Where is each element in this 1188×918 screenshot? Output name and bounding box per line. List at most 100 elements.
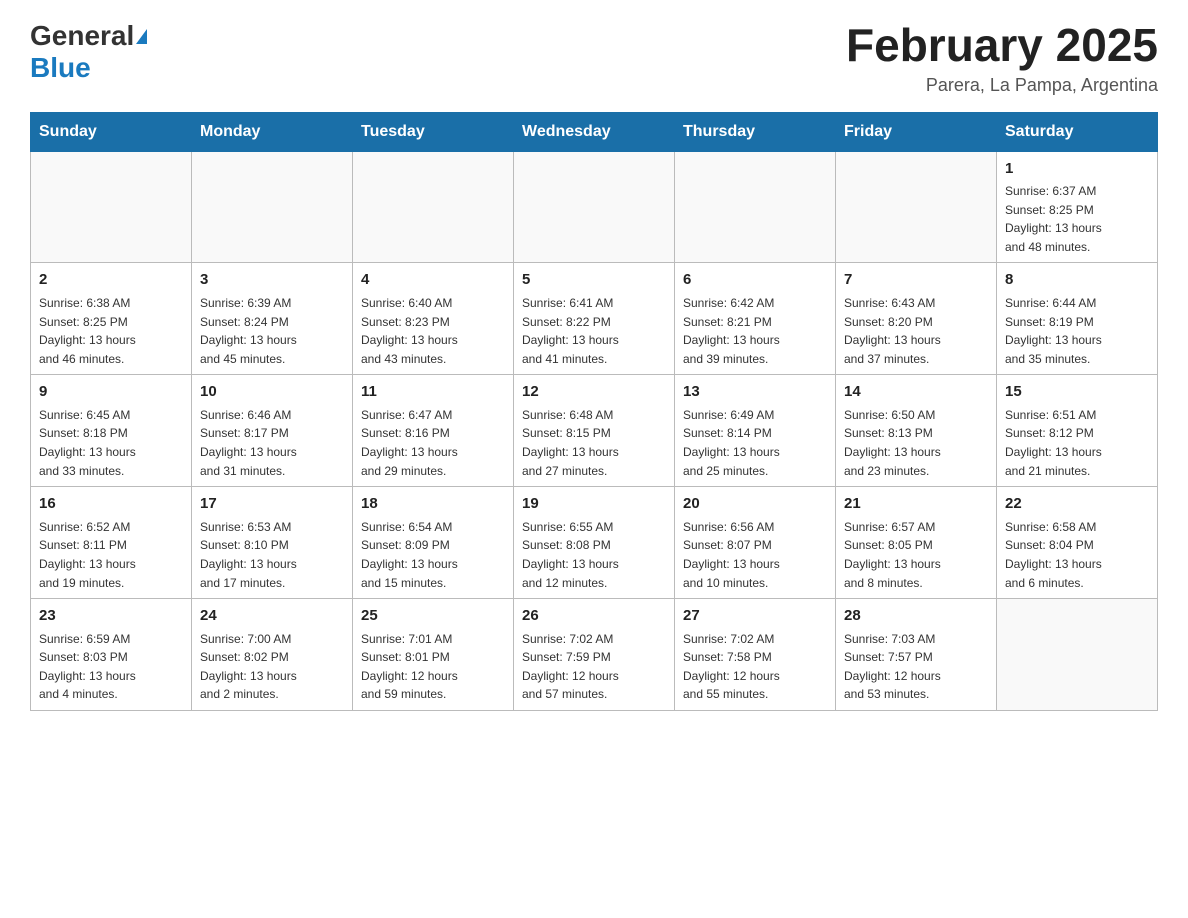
calendar-day-cell: 16Sunrise: 6:52 AM Sunset: 8:11 PM Dayli… [31,487,192,599]
calendar-day-cell: 23Sunrise: 6:59 AM Sunset: 8:03 PM Dayli… [31,599,192,711]
day-number: 9 [39,381,183,404]
calendar-day-cell: 11Sunrise: 6:47 AM Sunset: 8:16 PM Dayli… [353,375,514,487]
calendar-day-cell [192,151,353,263]
day-number: 11 [361,381,505,404]
calendar-week-row: 23Sunrise: 6:59 AM Sunset: 8:03 PM Dayli… [31,599,1158,711]
day-info: Sunrise: 7:00 AM Sunset: 8:02 PM Dayligh… [200,630,344,704]
day-of-week-header: Monday [192,112,353,151]
day-info: Sunrise: 6:50 AM Sunset: 8:13 PM Dayligh… [844,406,988,480]
calendar-day-cell: 3Sunrise: 6:39 AM Sunset: 8:24 PM Daylig… [192,263,353,375]
location-text: Parera, La Pampa, Argentina [846,75,1158,96]
calendar-day-cell: 24Sunrise: 7:00 AM Sunset: 8:02 PM Dayli… [192,599,353,711]
day-of-week-header: Friday [836,112,997,151]
day-number: 16 [39,493,183,516]
calendar-day-cell: 7Sunrise: 6:43 AM Sunset: 8:20 PM Daylig… [836,263,997,375]
day-number: 7 [844,269,988,292]
calendar-day-cell [353,151,514,263]
calendar-day-cell [31,151,192,263]
day-info: Sunrise: 6:54 AM Sunset: 8:09 PM Dayligh… [361,518,505,592]
day-info: Sunrise: 6:42 AM Sunset: 8:21 PM Dayligh… [683,294,827,368]
day-number: 2 [39,269,183,292]
day-number: 12 [522,381,666,404]
day-info: Sunrise: 6:55 AM Sunset: 8:08 PM Dayligh… [522,518,666,592]
logo-blue-text: Blue [30,52,91,83]
month-title: February 2025 [846,20,1158,71]
calendar-day-cell: 4Sunrise: 6:40 AM Sunset: 8:23 PM Daylig… [353,263,514,375]
day-info: Sunrise: 6:57 AM Sunset: 8:05 PM Dayligh… [844,518,988,592]
day-info: Sunrise: 6:45 AM Sunset: 8:18 PM Dayligh… [39,406,183,480]
calendar-day-cell: 19Sunrise: 6:55 AM Sunset: 8:08 PM Dayli… [514,487,675,599]
day-of-week-header: Sunday [31,112,192,151]
day-number: 26 [522,605,666,628]
day-info: Sunrise: 6:40 AM Sunset: 8:23 PM Dayligh… [361,294,505,368]
day-info: Sunrise: 6:51 AM Sunset: 8:12 PM Dayligh… [1005,406,1149,480]
logo-general-text: General [30,20,134,52]
calendar-day-cell: 8Sunrise: 6:44 AM Sunset: 8:19 PM Daylig… [997,263,1158,375]
calendar-table: SundayMondayTuesdayWednesdayThursdayFrid… [30,112,1158,711]
day-number: 10 [200,381,344,404]
day-number: 25 [361,605,505,628]
day-number: 18 [361,493,505,516]
day-info: Sunrise: 6:39 AM Sunset: 8:24 PM Dayligh… [200,294,344,368]
calendar-day-cell: 17Sunrise: 6:53 AM Sunset: 8:10 PM Dayli… [192,487,353,599]
day-info: Sunrise: 6:47 AM Sunset: 8:16 PM Dayligh… [361,406,505,480]
calendar-day-cell: 6Sunrise: 6:42 AM Sunset: 8:21 PM Daylig… [675,263,836,375]
page-header: General Blue February 2025 Parera, La Pa… [30,20,1158,96]
day-number: 27 [683,605,827,628]
calendar-week-row: 16Sunrise: 6:52 AM Sunset: 8:11 PM Dayli… [31,487,1158,599]
calendar-day-cell: 14Sunrise: 6:50 AM Sunset: 8:13 PM Dayli… [836,375,997,487]
day-info: Sunrise: 6:59 AM Sunset: 8:03 PM Dayligh… [39,630,183,704]
calendar-day-cell: 12Sunrise: 6:48 AM Sunset: 8:15 PM Dayli… [514,375,675,487]
calendar-day-cell: 10Sunrise: 6:46 AM Sunset: 8:17 PM Dayli… [192,375,353,487]
calendar-day-cell: 20Sunrise: 6:56 AM Sunset: 8:07 PM Dayli… [675,487,836,599]
day-number: 8 [1005,269,1149,292]
day-of-week-header: Saturday [997,112,1158,151]
calendar-day-cell: 1Sunrise: 6:37 AM Sunset: 8:25 PM Daylig… [997,151,1158,263]
day-number: 17 [200,493,344,516]
logo-chevron-icon [136,29,147,44]
calendar-day-cell: 15Sunrise: 6:51 AM Sunset: 8:12 PM Dayli… [997,375,1158,487]
title-section: February 2025 Parera, La Pampa, Argentin… [846,20,1158,96]
calendar-day-cell [836,151,997,263]
day-info: Sunrise: 6:41 AM Sunset: 8:22 PM Dayligh… [522,294,666,368]
calendar-week-row: 2Sunrise: 6:38 AM Sunset: 8:25 PM Daylig… [31,263,1158,375]
calendar-day-cell: 22Sunrise: 6:58 AM Sunset: 8:04 PM Dayli… [997,487,1158,599]
day-number: 5 [522,269,666,292]
day-of-week-header: Tuesday [353,112,514,151]
day-number: 14 [844,381,988,404]
day-info: Sunrise: 7:02 AM Sunset: 7:59 PM Dayligh… [522,630,666,704]
day-info: Sunrise: 6:56 AM Sunset: 8:07 PM Dayligh… [683,518,827,592]
calendar-week-row: 1Sunrise: 6:37 AM Sunset: 8:25 PM Daylig… [31,151,1158,263]
day-number: 23 [39,605,183,628]
day-info: Sunrise: 6:43 AM Sunset: 8:20 PM Dayligh… [844,294,988,368]
calendar-day-cell: 13Sunrise: 6:49 AM Sunset: 8:14 PM Dayli… [675,375,836,487]
day-number: 4 [361,269,505,292]
day-of-week-header: Wednesday [514,112,675,151]
day-number: 13 [683,381,827,404]
calendar-day-cell [514,151,675,263]
logo: General Blue [30,20,147,84]
calendar-day-cell: 28Sunrise: 7:03 AM Sunset: 7:57 PM Dayli… [836,599,997,711]
calendar-day-cell [997,599,1158,711]
day-number: 22 [1005,493,1149,516]
calendar-day-cell: 18Sunrise: 6:54 AM Sunset: 8:09 PM Dayli… [353,487,514,599]
day-info: Sunrise: 6:58 AM Sunset: 8:04 PM Dayligh… [1005,518,1149,592]
calendar-day-cell: 2Sunrise: 6:38 AM Sunset: 8:25 PM Daylig… [31,263,192,375]
calendar-day-cell [675,151,836,263]
day-number: 21 [844,493,988,516]
day-number: 20 [683,493,827,516]
day-of-week-header: Thursday [675,112,836,151]
day-info: Sunrise: 7:02 AM Sunset: 7:58 PM Dayligh… [683,630,827,704]
day-info: Sunrise: 6:53 AM Sunset: 8:10 PM Dayligh… [200,518,344,592]
calendar-day-cell: 25Sunrise: 7:01 AM Sunset: 8:01 PM Dayli… [353,599,514,711]
calendar-day-cell: 26Sunrise: 7:02 AM Sunset: 7:59 PM Dayli… [514,599,675,711]
day-number: 3 [200,269,344,292]
calendar-day-cell: 21Sunrise: 6:57 AM Sunset: 8:05 PM Dayli… [836,487,997,599]
day-info: Sunrise: 6:37 AM Sunset: 8:25 PM Dayligh… [1005,182,1149,256]
day-info: Sunrise: 7:01 AM Sunset: 8:01 PM Dayligh… [361,630,505,704]
day-number: 15 [1005,381,1149,404]
day-info: Sunrise: 6:44 AM Sunset: 8:19 PM Dayligh… [1005,294,1149,368]
day-number: 1 [1005,158,1149,181]
calendar-header-row: SundayMondayTuesdayWednesdayThursdayFrid… [31,112,1158,151]
day-info: Sunrise: 7:03 AM Sunset: 7:57 PM Dayligh… [844,630,988,704]
